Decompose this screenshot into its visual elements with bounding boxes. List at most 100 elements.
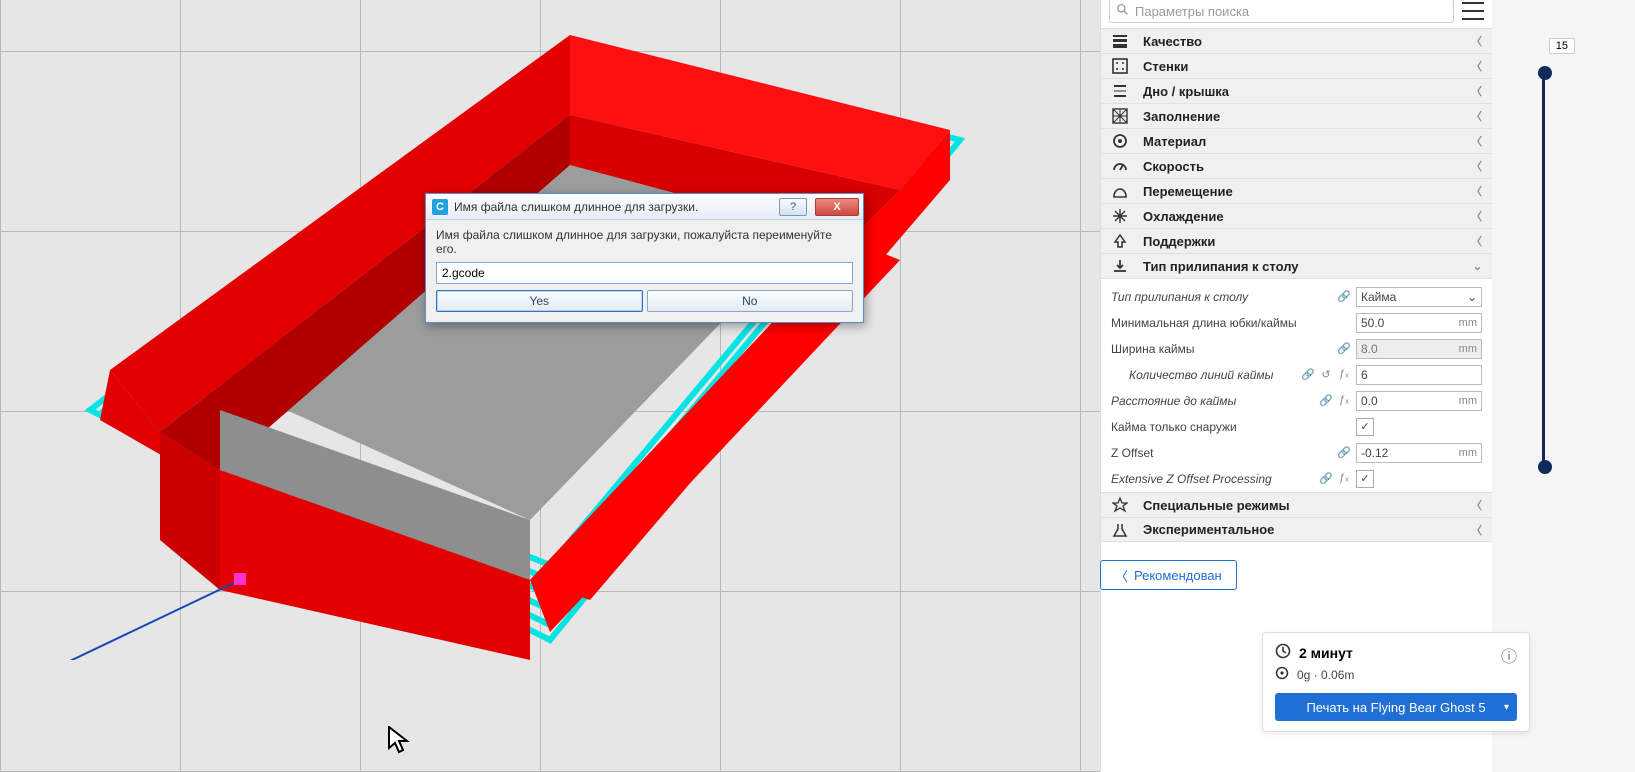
setting-label: Ширина каймы bbox=[1111, 342, 1336, 356]
category-label: Перемещение bbox=[1143, 184, 1457, 199]
recommended-button[interactable]: 〈 Рекомендован bbox=[1100, 560, 1237, 590]
category-walls[interactable]: Стенки 〈 bbox=[1101, 53, 1492, 78]
setting-min-length: Минимальная длина юбки/каймы 50.0 mm bbox=[1111, 311, 1482, 334]
reset-icon[interactable]: ↺ bbox=[1318, 368, 1334, 381]
input-value: 0.0 bbox=[1361, 394, 1378, 408]
cursor-icon bbox=[388, 726, 410, 754]
category-speed[interactable]: Скорость 〈 bbox=[1101, 153, 1492, 178]
setting-label: Тип прилипания к столу bbox=[1111, 290, 1336, 304]
walls-icon bbox=[1111, 57, 1129, 75]
link-icon[interactable]: 🔗 bbox=[1318, 472, 1334, 485]
z-offset-input[interactable]: -0.12 mm bbox=[1356, 443, 1482, 463]
ezop-checkbox[interactable]: ✓ bbox=[1356, 470, 1374, 488]
category-experimental[interactable]: Экспериментальное 〈 bbox=[1101, 517, 1492, 542]
category-support[interactable]: Поддержки 〈 bbox=[1101, 228, 1492, 253]
chevron-left-icon: 〈 bbox=[1471, 133, 1482, 149]
category-label: Тип прилипания к столу bbox=[1143, 259, 1459, 274]
adhesion-icon bbox=[1111, 257, 1129, 275]
chevron-left-icon: 〈 bbox=[1471, 233, 1482, 249]
cooling-icon bbox=[1111, 207, 1129, 225]
setting-label: Минимальная длина юбки/каймы bbox=[1111, 316, 1356, 330]
dialog-close-button[interactable]: X bbox=[815, 198, 859, 216]
search-placeholder: Параметры поиска bbox=[1135, 4, 1249, 19]
unit-label: mm bbox=[1459, 343, 1477, 355]
fx-icon[interactable]: ƒₓ bbox=[1336, 472, 1352, 485]
setting-brim-outside: Кайма только снаружи ✓ bbox=[1111, 415, 1482, 438]
filename-input[interactable] bbox=[436, 262, 853, 284]
category-label: Качество bbox=[1143, 34, 1457, 49]
button-label: Рекомендован bbox=[1134, 568, 1222, 583]
setting-brim-line-count: Количество линий каймы 🔗 ↺ ƒₓ 6 bbox=[1111, 363, 1482, 386]
quality-icon bbox=[1111, 32, 1129, 50]
chevron-down-icon: ⌄ bbox=[1467, 290, 1477, 304]
infill-icon bbox=[1111, 107, 1129, 125]
dialog-title: Имя файла слишком длинное для загрузки. bbox=[454, 200, 771, 214]
chevron-left-icon: 〈 bbox=[1471, 158, 1482, 174]
dialog-body: Имя файла слишком длинное для загрузки, … bbox=[426, 220, 863, 322]
recommend-row: 〈 Рекомендован bbox=[1101, 542, 1492, 594]
input-value: -0.12 bbox=[1361, 446, 1388, 460]
category-infill[interactable]: Заполнение 〈 bbox=[1101, 103, 1492, 128]
button-label: Печать на Flying Bear Ghost 5 bbox=[1306, 700, 1485, 715]
settings-menu-button[interactable] bbox=[1462, 2, 1484, 20]
category-special[interactable]: Специальные режимы 〈 bbox=[1101, 492, 1492, 517]
yes-button[interactable]: Yes bbox=[436, 290, 643, 312]
support-icon bbox=[1111, 232, 1129, 250]
layer-slider[interactable]: 15 bbox=[1503, 38, 1575, 468]
setting-label: Кайма только снаружи bbox=[1111, 420, 1356, 434]
category-adhesion[interactable]: Тип прилипания к столу ⌄ bbox=[1101, 253, 1492, 278]
viewport-3d[interactable] bbox=[0, 0, 1100, 772]
link-icon[interactable]: 🔗 bbox=[1336, 446, 1352, 459]
setting-extensive-z-offset: Extensive Z Offset Processing 🔗 ƒₓ ✓ bbox=[1111, 467, 1482, 490]
speed-icon bbox=[1111, 157, 1129, 175]
slider-handle-top[interactable] bbox=[1538, 66, 1552, 80]
setting-adhesion-type: Тип прилипания к столу 🔗 Кайма ⌄ bbox=[1111, 285, 1482, 308]
material-usage: 0g · 0.06m bbox=[1297, 668, 1354, 682]
info-icon[interactable]: ⓘ bbox=[1501, 643, 1517, 667]
slider-handle-bottom[interactable] bbox=[1538, 460, 1552, 474]
link-icon[interactable]: 🔗 bbox=[1318, 394, 1334, 407]
chevron-left-icon: 〈 bbox=[1471, 522, 1482, 538]
chevron-down-icon: ▾ bbox=[1504, 702, 1509, 713]
input-value: 6 bbox=[1361, 368, 1368, 382]
setting-label: Количество линий каймы bbox=[1111, 368, 1300, 382]
category-cooling[interactable]: Охлаждение 〈 bbox=[1101, 203, 1492, 228]
search-row: Параметры поиска bbox=[1101, 0, 1492, 28]
brim-width-input[interactable]: 8.0 mm bbox=[1356, 339, 1482, 359]
dialog-titlebar[interactable]: C Имя файла слишком длинное для загрузки… bbox=[426, 194, 863, 220]
category-topbottom[interactable]: Дно / крышка 〈 bbox=[1101, 78, 1492, 103]
chevron-left-icon: 〈 bbox=[1471, 183, 1482, 199]
search-input[interactable]: Параметры поиска bbox=[1109, 0, 1454, 23]
unit-label: mm bbox=[1459, 317, 1477, 329]
no-button[interactable]: No bbox=[647, 290, 854, 312]
category-label: Скорость bbox=[1143, 159, 1457, 174]
link-icon[interactable]: 🔗 bbox=[1300, 368, 1316, 381]
link-icon[interactable]: 🔗 bbox=[1336, 290, 1352, 303]
adhesion-type-select[interactable]: Кайма ⌄ bbox=[1356, 287, 1482, 307]
fx-icon[interactable]: ƒₓ bbox=[1336, 368, 1352, 381]
link-icon[interactable]: 🔗 bbox=[1336, 342, 1352, 355]
setting-label: Z Offset bbox=[1111, 446, 1336, 460]
fx-icon[interactable]: ƒₓ bbox=[1336, 394, 1352, 407]
category-label: Экспериментальное bbox=[1143, 522, 1457, 537]
material-icon bbox=[1111, 132, 1129, 150]
brim-outside-checkbox[interactable]: ✓ bbox=[1356, 418, 1374, 436]
print-button[interactable]: Печать на Flying Bear Ghost 5 ▾ bbox=[1275, 693, 1517, 721]
brim-distance-input[interactable]: 0.0 mm bbox=[1356, 391, 1482, 411]
chevron-down-icon: ⌄ bbox=[1473, 260, 1482, 273]
brim-line-count-input[interactable]: 6 bbox=[1356, 365, 1482, 385]
category-label: Поддержки bbox=[1143, 234, 1457, 249]
experimental-icon bbox=[1111, 521, 1129, 539]
category-travel[interactable]: Перемещение 〈 bbox=[1101, 178, 1492, 203]
topbottom-icon bbox=[1111, 82, 1129, 100]
category-material[interactable]: Материал 〈 bbox=[1101, 128, 1492, 153]
dialog-help-button[interactable]: ? bbox=[779, 198, 807, 216]
rename-dialog: C Имя файла слишком длинное для загрузки… bbox=[425, 193, 864, 323]
layer-badge: 15 bbox=[1549, 38, 1575, 54]
category-quality[interactable]: Качество 〈 bbox=[1101, 28, 1492, 53]
adhesion-settings: Тип прилипания к столу 🔗 Кайма ⌄ Минимал… bbox=[1101, 278, 1492, 492]
slider-track bbox=[1542, 74, 1545, 468]
search-icon bbox=[1116, 3, 1129, 19]
clock-icon bbox=[1275, 643, 1291, 662]
min-length-input[interactable]: 50.0 mm bbox=[1356, 313, 1482, 333]
